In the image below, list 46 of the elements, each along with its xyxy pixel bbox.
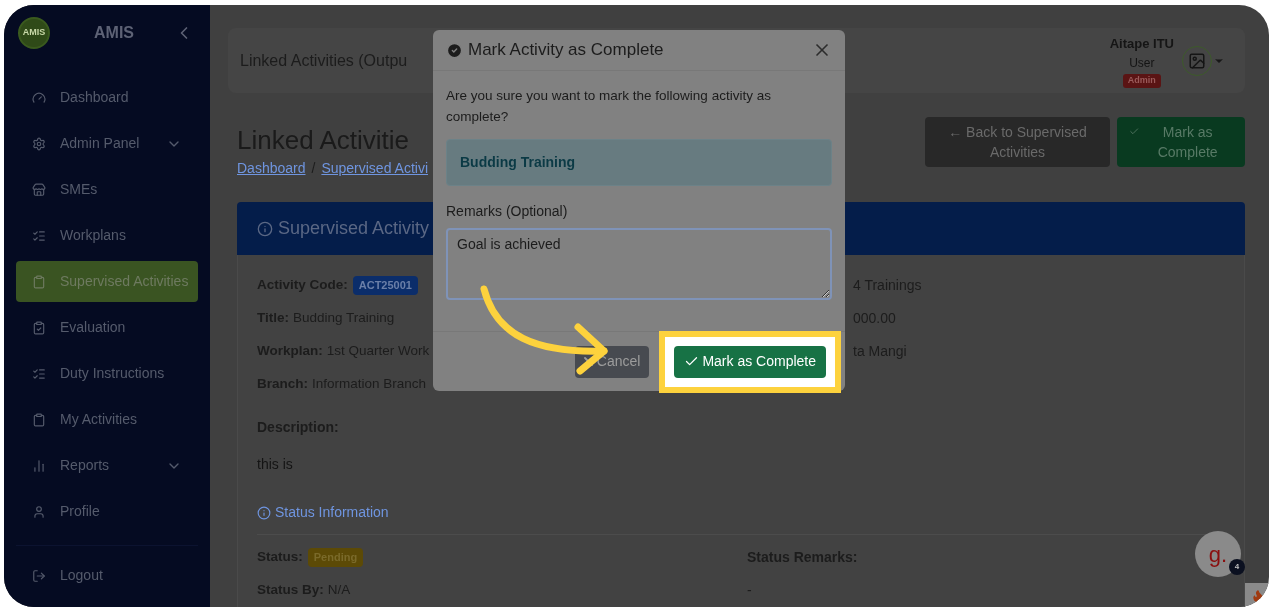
confirm-button[interactable]: Mark as Complete (674, 345, 826, 378)
sidebar-item[interactable]: Admin Panel (16, 123, 198, 164)
sidebar-item[interactable]: Workplans (16, 215, 198, 256)
breadcrumb-separator: / (311, 159, 316, 178)
breadcrumb-link[interactable]: Supervised Activi (321, 158, 428, 179)
user-icon (32, 504, 46, 519)
breadcrumb-link[interactable]: Dashboard (237, 158, 306, 179)
checklist-icon (32, 228, 46, 243)
question-text: Are you sure you want to mark the following activity as complete? (446, 87, 772, 126)
sidebar-item[interactable]: Reports (16, 445, 198, 486)
sidebar-item[interactable]: Duty Instructions (16, 353, 198, 394)
role-badge: Admin (1122, 74, 1161, 88)
store-icon (32, 182, 46, 197)
logout-item[interactable]: Logout (16, 555, 198, 596)
info-icon (257, 220, 273, 237)
flame-icon (1251, 589, 1265, 603)
gauge-icon (32, 90, 46, 105)
logout-icon (32, 568, 46, 583)
sidebar-item[interactable]: Supervised Activities (16, 261, 198, 302)
back-button[interactable]: ← Back to Supervised Activities (925, 117, 1110, 167)
clipboard-check-icon (32, 320, 46, 335)
app-title: AMIS (94, 23, 135, 43)
flame-button[interactable] (1245, 583, 1269, 607)
modal-title: Mark Activity as Complete (468, 39, 665, 62)
checklist-icon (32, 366, 46, 381)
activity-alert: Budding Training (446, 139, 832, 186)
sidebar-item[interactable]: SMEs (16, 169, 198, 210)
clipboard-icon (32, 412, 46, 427)
status-badge: ACT25001 (352, 276, 418, 295)
remarks-label: Remarks (Optional) (446, 202, 569, 221)
sidebar-item[interactable]: My Activities (16, 399, 198, 440)
sidebar-item[interactable]: Evaluation (16, 307, 198, 348)
clipboard-icon (32, 274, 46, 289)
remarks-field[interactable]: Goal is achieved (446, 228, 832, 300)
logo: AMIS (18, 17, 50, 49)
info-icon (257, 505, 271, 520)
sidebar-item[interactable]: Profile (16, 491, 198, 532)
field-value: - (747, 581, 753, 600)
image-icon (1188, 51, 1206, 70)
check-circle-icon (446, 41, 463, 59)
section-heading: Status Information (275, 503, 389, 522)
sidebar-item[interactable]: Dashboard (16, 77, 198, 118)
x-icon (583, 357, 593, 366)
bar-chart-icon (32, 458, 46, 473)
complete-button[interactable]: Mark as Complete (1117, 117, 1245, 167)
gear-icon (32, 136, 46, 151)
